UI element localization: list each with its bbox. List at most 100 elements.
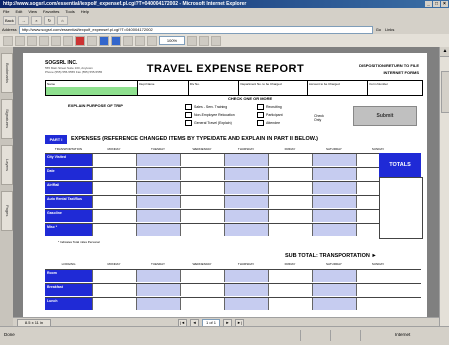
search-icon[interactable]	[39, 35, 49, 46]
expense-cell[interactable]	[180, 270, 225, 282]
checkbox-box[interactable]	[185, 104, 192, 110]
expense-cell[interactable]	[224, 154, 269, 166]
checkbox-participant[interactable]: Participant	[257, 112, 283, 118]
email-icon[interactable]	[27, 35, 37, 46]
expense-cell[interactable]	[136, 224, 181, 236]
expense-cell[interactable]	[312, 154, 357, 166]
expense-cell[interactable]	[224, 168, 269, 180]
expense-cell[interactable]	[312, 210, 357, 222]
expense-cell[interactable]	[92, 298, 137, 310]
stop-button[interactable]: ×	[30, 15, 42, 25]
expense-cell[interactable]	[224, 224, 269, 236]
last-page-icon[interactable]	[135, 35, 145, 46]
minimize-button[interactable]: _	[425, 1, 432, 7]
div-no-field[interactable]: Div No.	[189, 81, 240, 95]
maximize-button[interactable]: □	[433, 1, 440, 7]
sign-icon[interactable]	[75, 35, 85, 46]
expense-cell[interactable]	[136, 196, 181, 208]
expense-cell[interactable]	[224, 196, 269, 208]
print-icon[interactable]	[15, 35, 25, 46]
expense-cell[interactable]	[136, 270, 181, 282]
expense-cell[interactable]	[224, 270, 269, 282]
expense-cell[interactable]	[268, 224, 313, 236]
select-text-icon[interactable]	[63, 35, 73, 46]
expense-cell[interactable]	[136, 284, 181, 296]
expense-cell[interactable]	[180, 154, 225, 166]
expense-cell[interactable]	[356, 298, 401, 310]
expense-cell[interactable]	[92, 224, 137, 236]
expense-cell[interactable]	[312, 182, 357, 194]
menu-file[interactable]: File	[3, 8, 9, 15]
expense-cell[interactable]	[180, 196, 225, 208]
checkbox-general-travel[interactable]: General Travel (Explain)	[185, 120, 232, 126]
refresh-button[interactable]: ↻	[43, 15, 55, 25]
forward-button[interactable]: →	[17, 15, 29, 25]
dept-charged-field[interactable]: Department No. to be Charged	[239, 81, 308, 95]
links-button[interactable]: Links	[385, 27, 394, 32]
expense-cell[interactable]	[268, 270, 313, 282]
go-button[interactable]: Go	[376, 27, 381, 32]
zoom-out-icon[interactable]	[147, 35, 157, 46]
expense-cell[interactable]	[312, 284, 357, 296]
expense-cell[interactable]	[136, 210, 181, 222]
expense-cell[interactable]	[136, 154, 181, 166]
expense-cell[interactable]	[92, 154, 137, 166]
expense-cell[interactable]	[268, 210, 313, 222]
checkbox-box[interactable]	[185, 120, 192, 126]
expense-cell[interactable]	[224, 182, 269, 194]
expense-cell[interactable]	[268, 182, 313, 194]
name-input[interactable]	[46, 87, 138, 95]
layers-tab[interactable]: Layers	[1, 145, 13, 185]
save-icon[interactable]	[3, 35, 13, 46]
expense-cell[interactable]	[268, 284, 313, 296]
comment-icon[interactable]	[87, 35, 97, 46]
fit-page-icon[interactable]	[199, 35, 209, 46]
expense-cell[interactable]	[180, 284, 225, 296]
prev-page-icon[interactable]	[111, 35, 121, 46]
scroll-thumb[interactable]	[441, 71, 449, 113]
expense-cell[interactable]	[312, 270, 357, 282]
expense-cell[interactable]	[312, 298, 357, 310]
fit-width-icon[interactable]	[211, 35, 221, 46]
expense-cell[interactable]	[224, 284, 269, 296]
expense-cell[interactable]	[92, 182, 137, 194]
expense-cell[interactable]	[136, 182, 181, 194]
pages-tab[interactable]: Pages	[1, 191, 13, 231]
next-page-icon[interactable]	[123, 35, 133, 46]
checkbox-attendee[interactable]: Attendee	[257, 120, 280, 126]
zoom-in-icon[interactable]	[187, 35, 197, 46]
checkbox-box[interactable]	[185, 112, 192, 118]
expense-cell[interactable]	[356, 270, 401, 282]
checkbox-box[interactable]	[257, 120, 264, 126]
expense-cell[interactable]	[136, 298, 181, 310]
expense-cell[interactable]	[92, 196, 137, 208]
signatures-tab[interactable]: Signatures	[1, 99, 13, 139]
expense-cell[interactable]	[268, 298, 313, 310]
expense-cell[interactable]	[224, 298, 269, 310]
expense-cell[interactable]	[356, 284, 401, 296]
address-input[interactable]: http://www.sogsrl.com/essential/iexpolf_…	[18, 25, 373, 34]
expense-cell[interactable]	[180, 168, 225, 180]
expense-cell[interactable]	[92, 270, 137, 282]
checkbox-sales-training[interactable]: Sales - Serv. Training	[185, 104, 227, 110]
dept-name-field[interactable]: Dept Name	[138, 81, 189, 95]
expense-cell[interactable]	[180, 224, 225, 236]
totals-column[interactable]	[379, 177, 423, 239]
menu-view[interactable]: View	[28, 8, 37, 15]
close-button[interactable]: ×	[441, 1, 448, 7]
back-button[interactable]: Back	[3, 15, 16, 25]
expense-cell[interactable]	[312, 224, 357, 236]
menu-edit[interactable]: Edit	[15, 8, 22, 15]
expense-cell[interactable]	[268, 196, 313, 208]
checkbox-box[interactable]	[257, 104, 264, 110]
checkbox-recruiting[interactable]: Recruiting	[257, 104, 282, 110]
expense-cell[interactable]	[312, 196, 357, 208]
expense-cell[interactable]	[92, 168, 137, 180]
menu-tools[interactable]: Tools	[65, 8, 74, 15]
expense-cell[interactable]	[180, 210, 225, 222]
hand-tool-icon[interactable]	[51, 35, 61, 46]
expense-cell[interactable]	[92, 284, 137, 296]
expense-cell[interactable]	[180, 182, 225, 194]
account-charged-field[interactable]: Account to be Charged	[308, 81, 369, 95]
expense-cell[interactable]	[136, 168, 181, 180]
